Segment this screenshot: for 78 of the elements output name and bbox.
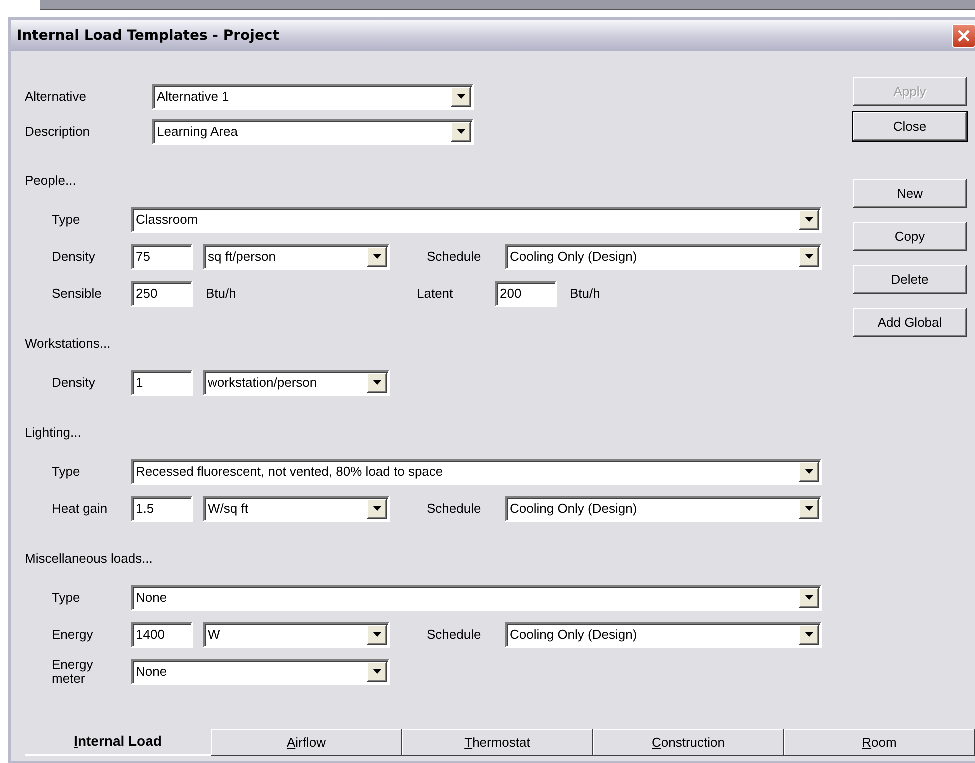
dropdown[interactable]: sq ft/person <box>203 244 390 270</box>
button[interactable]: Copy <box>853 222 967 251</box>
dropdown[interactable]: Cooling Only (Design) <box>505 496 822 522</box>
field-label: Schedule <box>427 501 482 516</box>
tab[interactable]: Airflow <box>211 729 402 756</box>
caret-icon <box>456 129 466 134</box>
dropdown-button[interactable] <box>367 372 387 392</box>
dropdown[interactable]: Alternative 1 <box>152 84 474 110</box>
field-label: Type <box>52 464 82 479</box>
button[interactable]: Add Global <box>853 308 967 337</box>
dropdown-button[interactable] <box>799 624 819 644</box>
field-label: Schedule <box>427 249 482 264</box>
tab[interactable]: Thermostat <box>402 729 593 756</box>
field-label: Heat gain <box>52 501 109 516</box>
dropdown[interactable]: Cooling Only (Design) <box>505 622 822 648</box>
caret-icon <box>456 94 466 99</box>
caret-icon <box>372 632 382 637</box>
input-field[interactable]: 75 <box>131 244 193 270</box>
button[interactable]: Delete <box>853 265 967 294</box>
dropdown[interactable]: W/sq ft <box>203 496 390 522</box>
dropdown[interactable]: Classroom <box>131 206 822 232</box>
caret-icon <box>804 217 814 222</box>
field-label: Density <box>52 249 96 264</box>
caret-icon <box>372 506 382 511</box>
field-label: Density <box>52 375 96 390</box>
section-title: Lighting... <box>25 425 82 440</box>
field-label: Type <box>52 212 82 227</box>
dropdown[interactable]: None <box>131 584 822 610</box>
caret-icon <box>804 595 814 600</box>
dropdown[interactable]: workstation/person <box>203 370 390 396</box>
dropdown-button[interactable] <box>799 210 819 230</box>
caret-icon <box>804 254 814 259</box>
dropdown[interactable]: Recessed fluorescent, not vented, 80% load to space <box>131 458 822 484</box>
caret-icon <box>804 632 814 637</box>
dropdown-button[interactable] <box>451 122 471 142</box>
button[interactable]: New <box>853 179 967 208</box>
field-label: Type <box>52 590 82 605</box>
input-field[interactable]: 1.5 <box>131 496 193 522</box>
caret-icon <box>804 506 814 511</box>
input-field[interactable]: 200 <box>495 280 557 306</box>
caret-icon <box>372 669 382 674</box>
unit-label: Btu/h <box>570 286 600 301</box>
dropdown-button[interactable] <box>367 624 387 644</box>
close-button[interactable] <box>952 24 975 48</box>
dropdown-button[interactable] <box>799 462 819 482</box>
dropdown-button[interactable] <box>799 498 819 518</box>
window-title: Internal Load Templates - Project <box>17 28 280 44</box>
dropdown-button[interactable] <box>367 498 387 518</box>
caret-icon <box>372 380 382 385</box>
field-label: Energy <box>52 627 94 642</box>
input-field[interactable]: 250 <box>131 280 193 306</box>
section-title: Miscellaneous loads... <box>25 551 153 566</box>
dropdown-button[interactable] <box>451 86 471 106</box>
input-field[interactable]: 1400 <box>131 622 193 648</box>
dropdown-button[interactable] <box>367 246 387 266</box>
input-field[interactable]: 1 <box>131 370 193 396</box>
dropdown-button[interactable] <box>367 662 387 682</box>
dropdown[interactable]: None <box>131 658 390 684</box>
section-title: Workstations... <box>25 336 111 351</box>
caret-icon <box>372 254 382 259</box>
tab[interactable]: Construction <box>593 729 784 756</box>
button[interactable]: Close <box>853 112 967 141</box>
dropdown-button[interactable] <box>799 588 819 608</box>
dropdown[interactable]: Cooling Only (Design) <box>505 244 822 270</box>
field-label: Description <box>25 124 92 139</box>
dropdown-button[interactable] <box>799 246 819 266</box>
caret-icon <box>804 469 814 474</box>
dropdown[interactable]: W <box>203 622 390 648</box>
unit-label: Btu/h <box>206 286 236 301</box>
field-label: Schedule <box>427 627 482 642</box>
field-label: Alternative <box>25 89 88 104</box>
field-label: Energy meter <box>52 658 94 686</box>
tab[interactable]: Room <box>784 729 975 756</box>
field-label: Latent <box>417 286 454 301</box>
field-label: Sensible <box>52 286 103 301</box>
close-icon <box>957 28 971 42</box>
dropdown[interactable]: Learning Area <box>152 118 474 144</box>
section-title: People... <box>25 173 76 188</box>
